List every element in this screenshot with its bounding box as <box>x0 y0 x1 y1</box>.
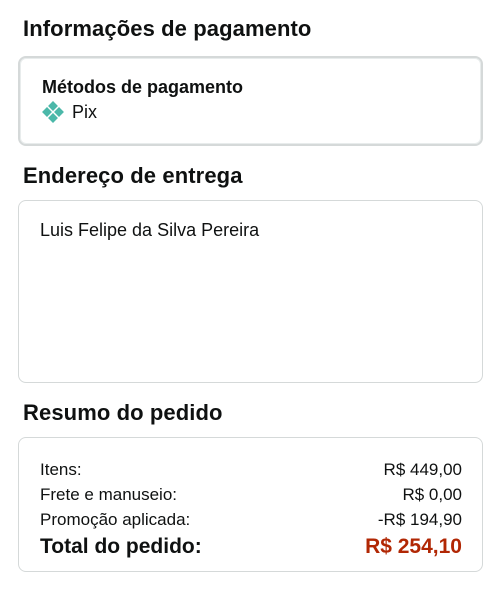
order-summary-card: Itens: R$ 449,00 Frete e manuseio: R$ 0,… <box>18 437 483 572</box>
payment-methods-label: Métodos de pagamento <box>42 77 244 97</box>
summary-row-value: -R$ 194,90 <box>377 510 462 529</box>
payment-method-row: Pix <box>42 101 97 123</box>
shipping-address-card[interactable]: Luis Felipe da Silva Pereira <box>18 200 483 383</box>
summary-row-promotion: Promoção aplicada: -R$ 194,90 <box>40 507 462 532</box>
summary-section-title: Resumo do pedido <box>23 400 223 425</box>
summary-row-value: R$ 0,00 <box>402 485 462 504</box>
summary-row-total: Total do pedido: R$ 254,10 <box>40 532 462 562</box>
summary-row-label: Itens: <box>40 460 82 479</box>
payment-method-card[interactable]: Métodos de pagamento Pix <box>18 56 483 146</box>
payment-section-title: Informações de pagamento <box>23 16 312 41</box>
summary-row-shipping: Frete e manuseio: R$ 0,00 <box>40 482 462 507</box>
address-section-title: Endereço de entrega <box>23 163 243 188</box>
summary-rows: Itens: R$ 449,00 Frete e manuseio: R$ 0,… <box>40 457 462 562</box>
summary-row-items: Itens: R$ 449,00 <box>40 457 462 482</box>
payment-method-name: Pix <box>72 101 98 122</box>
summary-row-value: R$ 449,00 <box>383 460 462 479</box>
summary-row-label: Frete e manuseio: <box>40 485 178 504</box>
pix-icon <box>42 101 64 123</box>
order-total-value: R$ 254,10 <box>365 535 462 558</box>
order-total-label: Total do pedido: <box>40 535 202 558</box>
recipient-name: Luis Felipe da Silva Pereira <box>40 220 260 240</box>
summary-row-label: Promoção aplicada: <box>40 510 191 529</box>
